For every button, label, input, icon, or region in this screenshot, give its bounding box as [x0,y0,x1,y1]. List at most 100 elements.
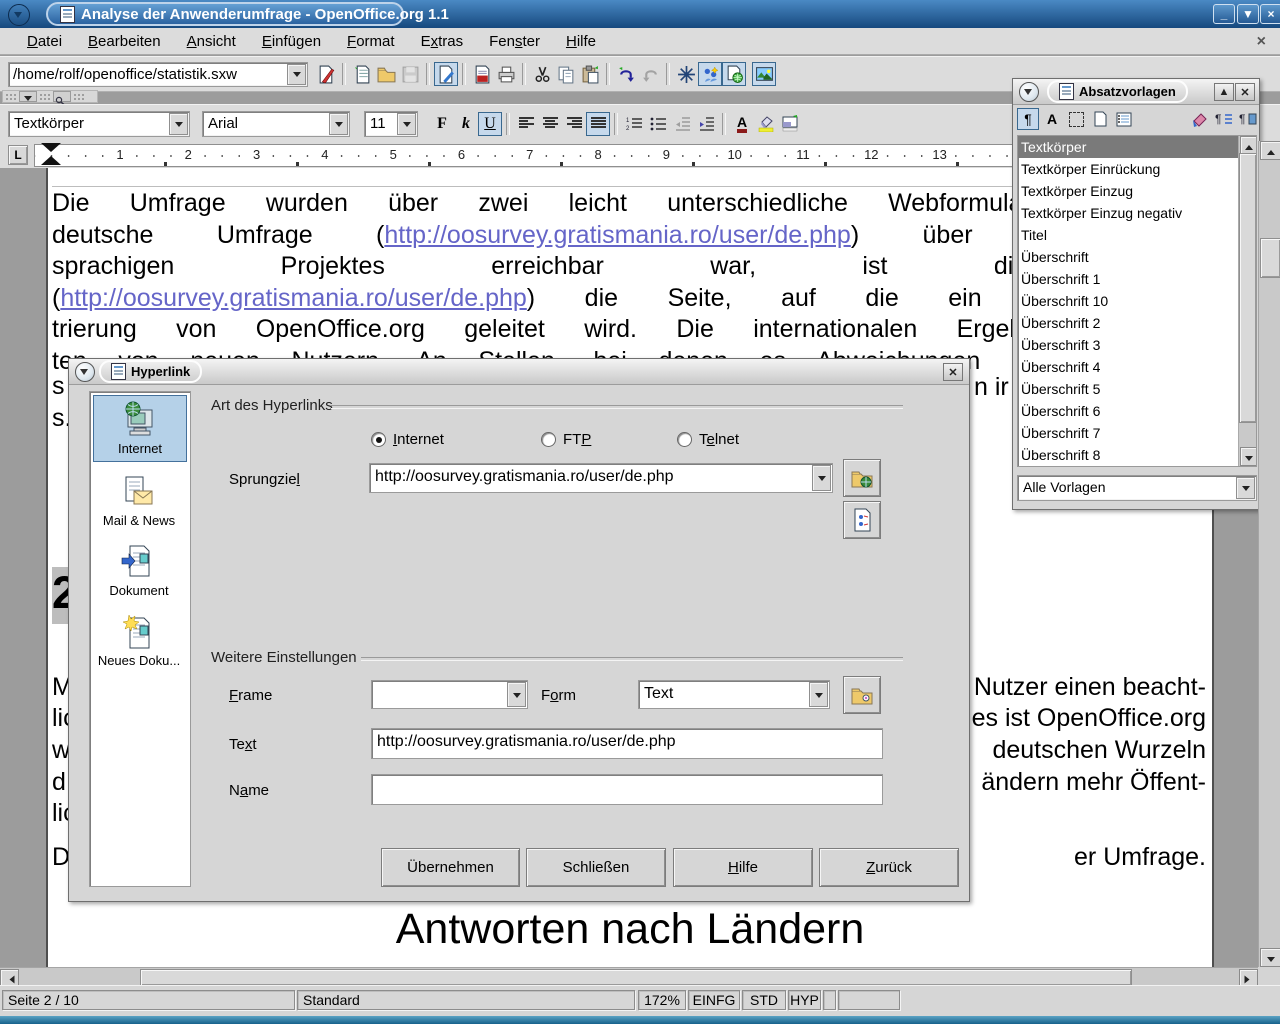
bold-button[interactable]: F [430,112,454,136]
font-size-select[interactable]: 11 [364,111,418,137]
scroll-thumb[interactable] [1239,153,1257,423]
fill-format-mode-icon[interactable] [1189,108,1211,130]
style-list-item[interactable]: Textkörper Einrückung [1018,158,1256,180]
horizontal-scroll-thumb[interactable] [140,969,1132,986]
help-button[interactable]: Hilfe [673,848,813,887]
events-button[interactable] [843,676,881,714]
cut-icon[interactable] [530,62,554,86]
toolbar-grip[interactable] [5,93,17,100]
print-icon[interactable] [494,62,518,86]
highlighting-icon[interactable] [754,112,778,136]
redo-icon[interactable] [638,62,662,86]
align-justify-button[interactable] [586,112,610,136]
window-menu-button[interactable] [8,4,30,26]
radio-ftp[interactable]: FTP [541,431,591,448]
text-input[interactable]: http://oosurvey.gratismania.ro/user/de.p… [371,728,883,759]
save-icon[interactable] [398,62,422,86]
scroll-down-icon[interactable] [1240,447,1257,466]
export-pdf-icon[interactable] [470,62,494,86]
toolbar-grip[interactable] [39,93,51,100]
copy-icon[interactable] [554,62,578,86]
vertical-scrollbar[interactable] [1258,141,1280,967]
category-internet[interactable]: Internet [93,395,187,462]
menu-item[interactable]: Einfügen [249,30,334,53]
menu-item[interactable]: Ansicht [174,30,249,53]
menu-item[interactable]: Extras [408,30,477,53]
radio-button-icon[interactable] [677,432,692,447]
align-right-button[interactable] [562,112,586,136]
bullet-list-icon[interactable] [646,112,670,136]
close-dialog-button[interactable]: Schließen [526,848,666,887]
radio-button-icon[interactable] [541,432,556,447]
menu-item[interactable]: Datei [14,30,75,53]
find-icon[interactable] [53,91,71,102]
hyperlink-text[interactable]: http://oosurvey.gratismania.ro/user/de.p… [384,221,850,249]
page-styles-icon[interactable] [1089,108,1111,130]
style-list-item[interactable]: Überschrift 4 [1018,356,1256,378]
align-left-button[interactable] [514,112,538,136]
style-list-item[interactable]: Titel [1018,224,1256,246]
hyperlink-text[interactable]: http://oosurvey.gratismania.ro/user/de.p… [60,284,526,312]
target-in-document-button[interactable] [843,501,881,539]
style-list-item[interactable]: Überschrift 2 [1018,312,1256,334]
undo-icon[interactable] [614,62,638,86]
frame-dropdown-icon[interactable] [507,682,526,707]
radio-button-icon[interactable] [371,432,386,447]
menu-item[interactable]: Bearbeiten [75,30,174,53]
scroll-up-icon[interactable] [1260,141,1280,160]
scroll-left-icon[interactable] [0,969,19,986]
url-dropdown-icon[interactable] [287,64,306,85]
style-list-item[interactable]: Überschrift 7 [1018,422,1256,444]
horizontal-ruler[interactable]: 12345678910111213 [34,144,1014,167]
style-list-item[interactable]: Überschrift 5 [1018,378,1256,400]
online-layout-icon[interactable] [722,62,746,86]
apply-button[interactable]: Übernehmen [381,848,520,887]
status-insert-mode[interactable]: EINFG [688,990,740,1010]
tab-type-selector[interactable]: L [8,145,28,165]
style-list-item[interactable]: Textkörper Einzug negativ [1018,202,1256,224]
navigator-icon[interactable] [674,62,698,86]
status-page[interactable]: Seite 2 / 10 [2,990,295,1010]
stylist-title-bar[interactable]: Absatzvorlagen ▲ ✕ [1013,79,1259,105]
style-list-item[interactable]: Textkörper Einzug [1018,180,1256,202]
status-hyperlink-mode[interactable]: HYP [788,990,821,1010]
stylist-shade-button[interactable]: ▲ [1214,83,1234,101]
style-list-item[interactable]: Überschrift 6 [1018,400,1256,422]
target-input[interactable]: http://oosurvey.gratismania.ro/user/de.p… [369,463,833,493]
paragraph-style-select[interactable]: Textkörper [8,111,190,137]
paste-icon[interactable] [578,62,602,86]
dialog-close-button[interactable]: ✕ [943,363,963,381]
close-button[interactable]: × [1260,4,1280,24]
character-styles-icon[interactable]: A [1041,108,1063,130]
vertical-scroll-thumb[interactable] [1260,238,1280,278]
menu-item[interactable]: Format [334,30,408,53]
numbered-list-icon[interactable]: 12 [622,112,646,136]
form-select[interactable]: Text [638,680,830,709]
scroll-right-icon[interactable] [1239,969,1258,986]
minimize-button[interactable]: _ [1213,4,1235,24]
font-color-icon[interactable]: A [730,112,754,136]
italic-button[interactable]: k [454,112,478,136]
status-zoom[interactable]: 172% [638,990,686,1010]
stylist-menu-button[interactable] [1019,82,1039,102]
indent-marker[interactable] [41,143,61,165]
style-list-item[interactable]: Überschrift 1 [1018,268,1256,290]
category-new-document[interactable]: Neues Doku... [93,614,185,668]
new-style-from-selection-icon[interactable]: ¶ [1213,108,1235,130]
radio-internet[interactable]: Internet [371,431,444,448]
radio-telnet[interactable]: Telnet [677,431,739,448]
style-dropdown-icon[interactable] [169,113,188,135]
numbering-styles-icon[interactable] [1113,108,1135,130]
style-list-item[interactable]: Überschrift 10 [1018,290,1256,312]
status-extra[interactable] [838,990,900,1010]
web-browser-button[interactable] [843,459,881,497]
scroll-down-icon[interactable] [1260,948,1280,967]
url-input[interactable]: /home/rolf/openoffice/statistik.sxw [8,62,308,87]
status-selection-mode[interactable]: STD [742,990,786,1010]
status-page-style[interactable]: Standard [297,990,635,1010]
stylist-icon[interactable] [698,62,722,86]
gallery-icon[interactable] [752,62,776,86]
toolbar-grip[interactable] [73,93,85,100]
font-dropdown-icon[interactable] [329,113,348,135]
horizontal-scrollbar[interactable] [0,967,1258,986]
